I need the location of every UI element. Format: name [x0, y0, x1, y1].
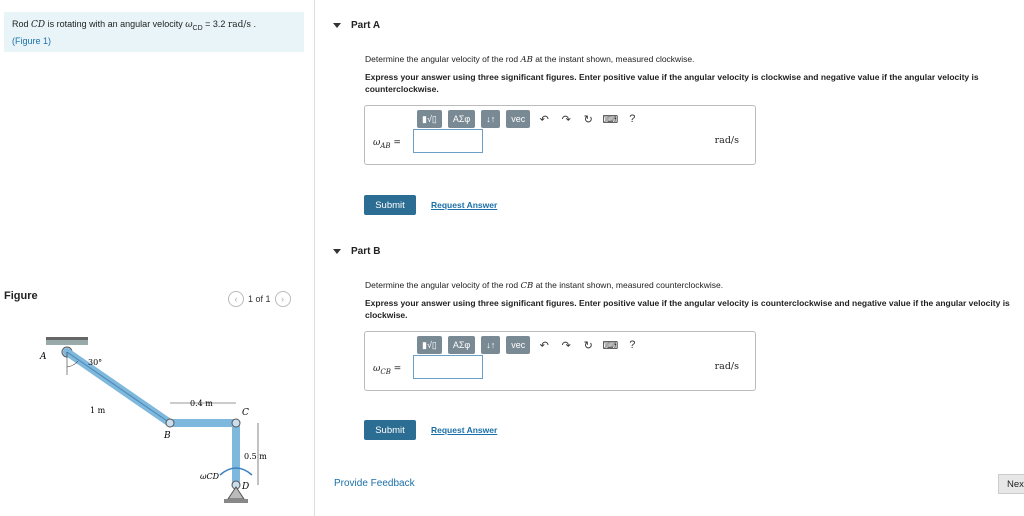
undo-icon[interactable]: ↶ — [536, 336, 552, 354]
problem-text: Rod — [12, 19, 32, 29]
reset-icon[interactable]: ↻ — [580, 110, 596, 128]
part-b-title: Part B — [351, 246, 381, 257]
part-a-title: Part A — [351, 20, 381, 31]
pager-text: 1 of 1 — [248, 294, 271, 304]
label-len-ab: 1 m — [90, 406, 106, 415]
template-button[interactable]: ▮√▯ — [417, 336, 442, 354]
undo-icon[interactable]: ↶ — [536, 110, 552, 128]
figure-pager: ‹ 1 of 1 › — [228, 291, 291, 307]
template-button[interactable]: ▮√▯ — [417, 110, 442, 128]
caret-down-icon — [333, 23, 341, 28]
part-a-prompt: Determine the angular velocity of the ro… — [365, 54, 695, 65]
math-toolbar: ▮√▯ ΑΣφ ↓↑ vec ↶ ↷ ↻ ⌨ ? — [417, 110, 640, 128]
part-b-header[interactable]: Part B — [333, 246, 380, 257]
help-icon[interactable]: ? — [624, 110, 640, 128]
pin-b — [165, 418, 175, 428]
answer-variable: ωAB = — [373, 138, 401, 150]
sort-button[interactable]: ↓↑ — [481, 336, 501, 354]
keyboard-icon[interactable]: ⌨ — [602, 336, 618, 354]
redo-icon[interactable]: ↷ — [558, 110, 574, 128]
help-icon[interactable]: ? — [624, 336, 640, 354]
answer-variable: ωCB = — [373, 364, 402, 376]
part-b-submit-button[interactable]: Submit — [364, 420, 416, 440]
mechanism-figure: A 30° 1 m 0.4 m B C 0.5 m D ωCD — [39, 337, 267, 503]
caret-down-icon — [333, 249, 341, 254]
vec-button[interactable]: vec — [506, 110, 531, 128]
label-omega: ωCD — [200, 472, 220, 481]
part-b-answer-input[interactable] — [413, 355, 483, 379]
greek-button[interactable]: ΑΣφ — [447, 110, 476, 128]
chevron-left-icon[interactable]: ‹ — [228, 291, 244, 307]
label-angle: 30° — [88, 358, 102, 367]
rod-name: CD — [31, 20, 46, 30]
part-a-instruction: Express your answer using three signific… — [365, 72, 979, 94]
panel-divider — [314, 0, 315, 516]
part-b-request-answer[interactable]: Request Answer — [431, 425, 497, 435]
part-a-answer-input[interactable] — [413, 129, 483, 153]
figure-title: Figure — [4, 290, 38, 302]
part-b-answer-box: ▮√▯ ΑΣφ ↓↑ vec ↶ ↷ ↻ ⌨ ? ωCB = rad/s — [364, 331, 756, 391]
label-d: D — [241, 482, 249, 492]
part-a-request-answer[interactable]: Request Answer — [431, 200, 497, 210]
vec-button[interactable]: vec — [506, 336, 531, 354]
math-toolbar: ▮√▯ ΑΣφ ↓↑ vec ↶ ↷ ↻ ⌨ ? — [417, 336, 640, 354]
part-a-header[interactable]: Part A — [333, 20, 380, 31]
part-a-submit-button[interactable]: Submit — [364, 195, 416, 215]
next-button[interactable]: Nex — [998, 474, 1024, 494]
pin-c — [231, 418, 241, 428]
redo-icon[interactable]: ↷ — [558, 336, 574, 354]
label-b: B — [163, 431, 171, 441]
unit-label: rad/s — [714, 135, 739, 146]
figure-link[interactable]: (Figure 1) — [12, 36, 51, 46]
part-b-instruction: Express your answer using three signific… — [365, 298, 1010, 320]
label-a: A — [39, 352, 47, 362]
label-len-bc: 0.4 m — [190, 399, 213, 408]
unit-label: rad/s — [714, 361, 739, 372]
part-a-answer-box: ▮√▯ ΑΣφ ↓↑ vec ↶ ↷ ↻ ⌨ ? ωAB = rad/s — [364, 105, 756, 165]
keyboard-icon[interactable]: ⌨ — [602, 110, 618, 128]
provide-feedback-link[interactable]: Provide Feedback — [334, 478, 415, 489]
greek-button[interactable]: ΑΣφ — [447, 336, 476, 354]
label-c: C — [242, 408, 249, 418]
part-b-prompt: Determine the angular velocity of the ro… — [365, 280, 724, 291]
reset-icon[interactable]: ↻ — [580, 336, 596, 354]
label-len-cd: 0.5 m — [244, 452, 267, 461]
problem-statement: Rod CD is rotating with an angular veloc… — [4, 12, 304, 52]
chevron-right-icon[interactable]: › — [274, 291, 291, 307]
sort-button[interactable]: ↓↑ — [481, 110, 501, 128]
